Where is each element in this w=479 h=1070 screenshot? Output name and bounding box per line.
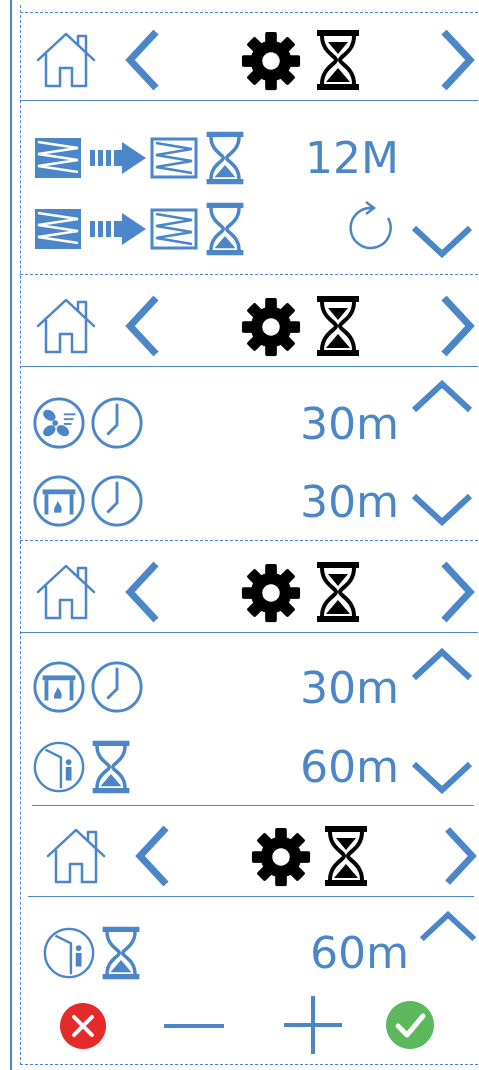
- header-divider: [20, 100, 478, 101]
- chevron-right-icon[interactable]: [436, 560, 476, 624]
- presence-icon: [32, 740, 86, 794]
- cancel-icon: [60, 1003, 106, 1049]
- chevron-up-icon[interactable]: [418, 906, 478, 946]
- fan-icon: [32, 396, 86, 450]
- bottom-dashed-line: [20, 1064, 478, 1065]
- header-divider: [20, 632, 478, 633]
- chevron-left-icon[interactable]: [124, 28, 164, 92]
- hourglass-icon: [204, 201, 246, 257]
- fireplace-timer-value: 30m: [300, 477, 399, 528]
- home-icon[interactable]: [34, 294, 98, 358]
- home-icon[interactable]: [34, 560, 98, 624]
- cancel-button[interactable]: [59, 1002, 107, 1050]
- left-frame-line: [10, 0, 12, 1070]
- chevron-left-icon[interactable]: [134, 824, 174, 888]
- chevron-right-icon[interactable]: [436, 294, 476, 358]
- plus-icon: [284, 996, 342, 1054]
- chevron-down-icon[interactable]: [410, 222, 474, 262]
- hourglass-icon: [314, 294, 362, 358]
- home-icon[interactable]: [44, 824, 108, 888]
- hourglass-icon: [100, 924, 142, 982]
- hourglass-icon: [204, 130, 246, 186]
- presence-icon: [42, 926, 96, 980]
- hourglass-icon: [90, 738, 132, 796]
- panel-divider: [32, 805, 474, 806]
- chevron-down-icon[interactable]: [410, 490, 474, 530]
- header-divider: [20, 366, 478, 367]
- filter-outline-icon: [150, 205, 198, 253]
- clock-icon: [90, 396, 144, 450]
- chevron-up-icon[interactable]: [410, 376, 474, 416]
- fireplace-icon: [32, 660, 86, 714]
- fan-timer-value: 30m: [300, 399, 399, 450]
- plus-button[interactable]: [282, 994, 344, 1056]
- minus-button[interactable]: [162, 1008, 226, 1044]
- checkmark-icon: [386, 1001, 434, 1049]
- header-divider: [28, 896, 474, 897]
- minus-icon: [164, 1024, 224, 1028]
- filter-outline-icon: [150, 134, 198, 182]
- filter-icon: [34, 134, 82, 182]
- clock-icon: [90, 660, 144, 714]
- chevron-right-icon[interactable]: [436, 28, 476, 92]
- arrow-icon: [88, 209, 148, 249]
- reset-icon[interactable]: [344, 200, 400, 256]
- arrow-icon: [88, 138, 148, 178]
- chevron-left-icon[interactable]: [124, 560, 164, 624]
- confirm-button[interactable]: [385, 1000, 435, 1050]
- chevron-down-icon[interactable]: [410, 758, 474, 798]
- filter-value: 12M: [305, 133, 399, 184]
- chevron-right-icon[interactable]: [440, 824, 478, 888]
- presence-timer-value: 60m: [310, 928, 409, 979]
- panel-divider: [20, 540, 478, 541]
- fireplace-timer-value: 30m: [300, 663, 399, 714]
- fireplace-icon: [32, 474, 86, 528]
- gear-icon: [250, 826, 312, 888]
- panel-divider: [20, 274, 478, 275]
- gear-icon: [240, 562, 302, 624]
- hourglass-icon: [314, 28, 362, 92]
- presence-timer-value: 60m: [300, 742, 399, 793]
- hourglass-icon: [322, 824, 370, 888]
- filter-icon: [34, 205, 82, 253]
- inner-left-dashed-line: [20, 5, 21, 1065]
- gear-icon: [240, 30, 302, 92]
- gear-icon: [240, 296, 302, 358]
- chevron-left-icon[interactable]: [124, 294, 164, 358]
- chevron-up-icon[interactable]: [410, 644, 474, 684]
- top-dashed-line: [20, 12, 478, 13]
- hourglass-icon: [314, 560, 362, 624]
- clock-icon: [90, 474, 144, 528]
- home-icon[interactable]: [34, 28, 98, 92]
